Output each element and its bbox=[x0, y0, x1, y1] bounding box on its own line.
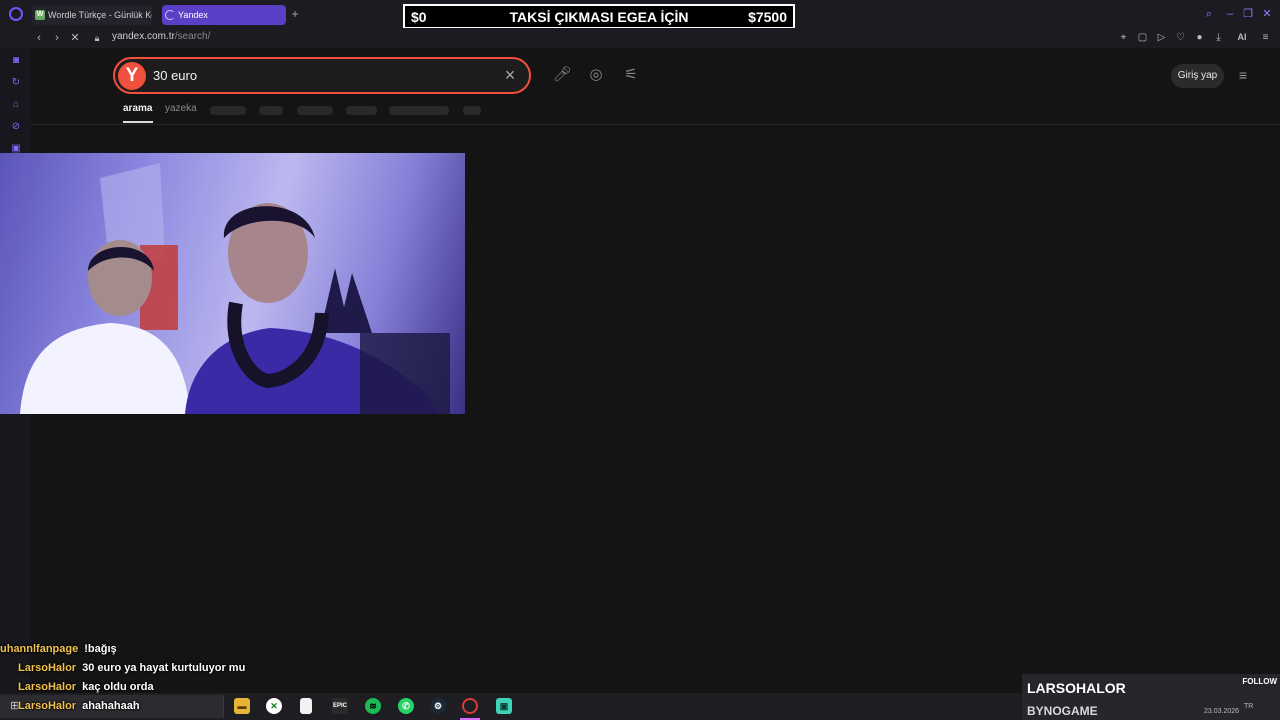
wordle-favicon-icon: W bbox=[35, 10, 45, 20]
ai-icon[interactable]: AI bbox=[1231, 31, 1253, 44]
loading-spinner-icon bbox=[165, 10, 175, 20]
chat-username: uhannlfanpage bbox=[0, 643, 79, 655]
easy-setup-icon[interactable]: ≡ bbox=[1259, 31, 1272, 44]
epic-games-icon[interactable]: EPIC bbox=[332, 698, 348, 714]
url-path: /search/ bbox=[174, 31, 211, 42]
tray-language[interactable]: TR bbox=[1244, 703, 1253, 710]
spotify-icon[interactable]: ≋ bbox=[365, 698, 381, 714]
chat-username: LarsoHalor bbox=[18, 681, 77, 693]
refresh-icon[interactable]: ↻ bbox=[10, 77, 22, 89]
url-field[interactable]: yandex.com.tr/search/ bbox=[112, 31, 210, 42]
chat-text: 30 euro ya hayat kurtuluyor mu bbox=[82, 662, 246, 674]
goal-title: TAKSİ ÇIKMASI EGEA İÇİN bbox=[509, 9, 689, 25]
camera-search-icon[interactable]: ◎ bbox=[587, 66, 605, 84]
opera-icon[interactable] bbox=[462, 698, 478, 714]
chat-username: LarsoHalor bbox=[18, 662, 77, 674]
heart-icon[interactable]: ♡ bbox=[1174, 31, 1187, 44]
maximize-icon[interactable]: ❐ bbox=[1242, 8, 1254, 20]
tab-placeholder bbox=[389, 106, 449, 115]
search-tabs-icon[interactable]: ⌕ bbox=[1203, 8, 1215, 20]
tab-placeholder bbox=[297, 106, 333, 115]
play-icon[interactable]: ▷ bbox=[1155, 31, 1168, 44]
follower-name: LARSOHALOR bbox=[1027, 680, 1126, 696]
chat-text: kaç oldu orda bbox=[82, 681, 154, 693]
active-tab-underline bbox=[123, 121, 153, 123]
login-button[interactable]: Giriş yap bbox=[1171, 64, 1224, 88]
tab-wordle[interactable]: W Wordle Türkçe - Günlük Ke bbox=[32, 5, 152, 25]
chat-username: LarsoHalor bbox=[18, 700, 77, 712]
back-icon[interactable]: ‹ bbox=[33, 32, 45, 44]
webcam-feed bbox=[0, 153, 465, 414]
goal-target: $7500 bbox=[748, 9, 787, 25]
tab-placeholder bbox=[463, 106, 481, 115]
address-bar: ‹ › ✕ 🔒︎ yandex.com.tr/search/ ⌖ ▢ ▷ ♡ ●… bbox=[0, 28, 1280, 48]
snapshot-icon[interactable]: ▢ bbox=[1136, 31, 1149, 44]
pin-icon[interactable]: ⌖ bbox=[1117, 31, 1130, 44]
filters-icon[interactable]: ⚟ bbox=[622, 66, 640, 84]
file-explorer-icon[interactable]: ▬ bbox=[234, 698, 250, 714]
download-icon[interactable]: ⤓ bbox=[1212, 31, 1225, 44]
chat-message: uhannlfanpage !bağış bbox=[0, 643, 117, 659]
tray-date: 23.03.2026 bbox=[1204, 708, 1240, 715]
steam-icon[interactable]: ⚙ bbox=[430, 698, 446, 714]
opera-logo-icon[interactable] bbox=[9, 7, 23, 21]
close-icon[interactable]: ✕ bbox=[1261, 8, 1273, 20]
notepad-icon[interactable] bbox=[300, 698, 312, 714]
game-controller-icon[interactable]: ◙ bbox=[10, 55, 22, 67]
screen: W Wordle Türkçe - Günlük Ke Yandex + ⌕ –… bbox=[0, 0, 1280, 720]
chat-text: !bağış bbox=[84, 643, 117, 655]
clear-icon[interactable]: × bbox=[501, 66, 519, 84]
xbox-icon[interactable]: ✕ bbox=[266, 698, 282, 714]
bag-icon[interactable]: ⌂ bbox=[10, 99, 22, 111]
search-input[interactable]: Y 30 euro × bbox=[113, 57, 531, 94]
microphone-icon[interactable]: 🎤︎ bbox=[553, 66, 572, 84]
follow-label: FOLLOW bbox=[1242, 677, 1277, 686]
chat-text: ahahahaah bbox=[82, 700, 140, 712]
stop-loading-icon[interactable]: ✕ bbox=[69, 32, 81, 44]
follow-subtitle: BYNOGAME bbox=[1027, 704, 1098, 718]
tab-placeholder bbox=[210, 106, 246, 115]
tab-placeholder bbox=[259, 106, 283, 115]
tab-yandex[interactable]: Yandex bbox=[162, 5, 286, 25]
follow-alert: LARSOHALOR FOLLOW BYNOGAME bbox=[1022, 674, 1280, 720]
app-icon[interactable]: ▣ bbox=[496, 698, 512, 714]
webcam-scene bbox=[20, 163, 450, 414]
chat-message: LarsoHalor 30 euro ya hayat kurtuluyor mu bbox=[18, 662, 245, 678]
tab-yazeka[interactable]: yazeka bbox=[165, 103, 197, 114]
search-query[interactable]: 30 euro bbox=[153, 68, 197, 83]
whatsapp-icon[interactable]: ✆ bbox=[398, 698, 414, 714]
yandex-logo-icon[interactable]: Y bbox=[118, 62, 146, 90]
toolbar-icons: ⌖ ▢ ▷ ♡ ● ⤓ AI ≡ bbox=[1117, 31, 1272, 45]
new-tab-button[interactable]: + bbox=[290, 8, 300, 20]
tab-title: Wordle Türkçe - Günlük Ke bbox=[48, 10, 152, 20]
person-left-shirt bbox=[20, 323, 190, 414]
tab-title: Yandex bbox=[178, 10, 208, 20]
chat-message: LarsoHalor ahahahaah bbox=[18, 700, 140, 716]
profile-icon[interactable]: ● bbox=[1193, 31, 1206, 44]
minimize-icon[interactable]: – bbox=[1224, 8, 1236, 20]
hamburger-menu-icon[interactable]: ≡ bbox=[1236, 68, 1250, 82]
lock-icon: 🔒︎ bbox=[94, 33, 100, 43]
url-domain: yandex.com.tr bbox=[112, 31, 175, 42]
flow-icon[interactable]: ⊘ bbox=[10, 121, 22, 133]
tab-arama[interactable]: arama bbox=[123, 103, 152, 114]
header-divider bbox=[31, 124, 1280, 125]
tab-placeholder bbox=[346, 106, 377, 115]
donation-goal-banner: $0 TAKSİ ÇIKMASI EGEA İÇİN $7500 bbox=[403, 4, 795, 29]
forward-icon[interactable]: › bbox=[51, 32, 63, 44]
